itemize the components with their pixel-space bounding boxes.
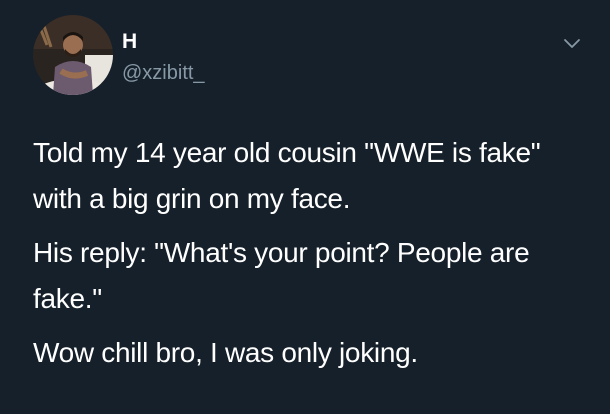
avatar[interactable] — [33, 15, 113, 95]
tweet-body: Told my 14 year old cousin "WWE is fake"… — [33, 130, 593, 376]
tweet-paragraph: His reply: "What's your point? People ar… — [33, 237, 530, 314]
tweet-paragraph: Wow chill bro, I was only joking. — [33, 337, 418, 368]
tweet-card: H @xzibitt_ Told my 14 year old cousin "… — [0, 0, 610, 414]
chevron-down-icon[interactable] — [562, 36, 582, 50]
avatar-photo — [33, 15, 113, 95]
tweet-paragraph: Told my 14 year old cousin "WWE is fake"… — [33, 137, 541, 214]
display-name[interactable]: H — [122, 30, 137, 54]
user-handle[interactable]: @xzibitt_ — [122, 61, 205, 85]
